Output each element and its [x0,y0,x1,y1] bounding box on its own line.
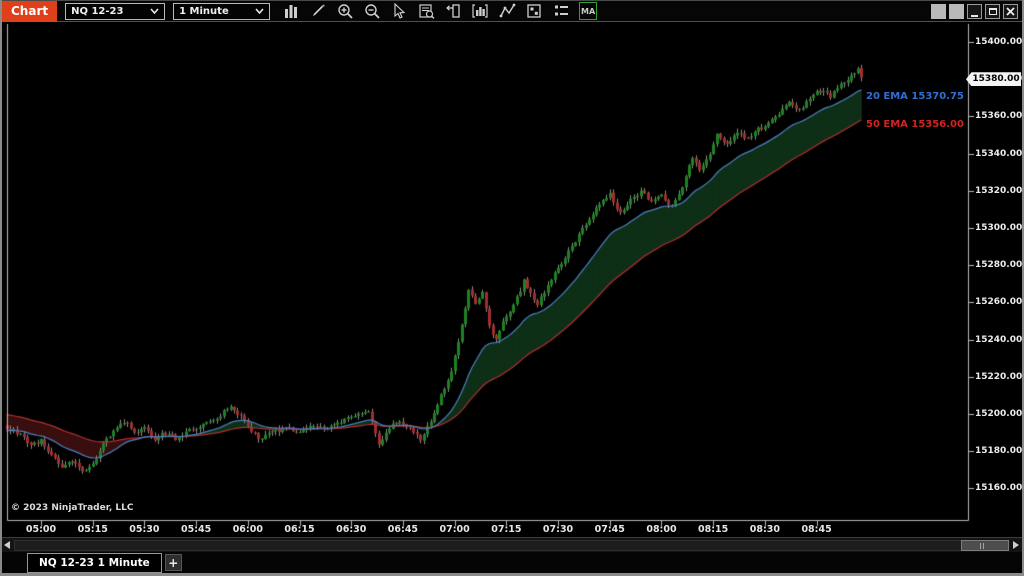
chevron-down-icon [255,8,264,14]
chart-app-button[interactable]: Chart [2,1,57,22]
chart-style-icon[interactable] [282,2,300,20]
drawing-tools-icon[interactable] [309,2,327,20]
tab-bar: NQ 12-23 1 Minute + [2,552,1022,573]
time-tick-label: 06:00 [228,524,268,535]
time-tick-label: 06:15 [280,524,320,535]
line-tools-icon[interactable] [498,2,516,20]
price-tick-label: 15400.00 [975,37,1021,47]
price-tick-label: 15300.00 [975,223,1021,233]
indicators-icon[interactable] [471,2,489,20]
time-tick-label: 05:15 [73,524,113,535]
toolbar: MA [282,2,597,20]
ema50-indicator-label: 50 EMA 15356.00 [866,119,964,130]
zoom-out-icon[interactable] [363,2,381,20]
cursor-icon[interactable] [390,2,408,20]
maximize-button[interactable] [985,4,1000,19]
time-tick-label: 07:00 [435,524,475,535]
maximize-icon [989,8,997,15]
interval-link-button[interactable] [949,4,964,19]
time-tick-label: 07:30 [538,524,578,535]
price-tick-label: 15180.00 [975,446,1021,456]
price-tick-label: 15360.00 [975,111,1021,121]
close-icon [1006,7,1015,16]
interval-select-value: 1 Minute [179,6,249,17]
copyright-text: © 2023 NinjaTrader, LLC [11,503,133,513]
price-tick-label: 15320.00 [975,186,1021,196]
time-tick-label: 08:45 [797,524,837,535]
price-tick-label: 15160.00 [975,483,1021,493]
time-tick-label: 08:00 [641,524,681,535]
tab-nq-12-23-1-minute[interactable]: NQ 12-23 1 Minute [27,553,162,573]
chart-window: Chart NQ 12-23 1 Minute [0,0,1024,576]
horizontal-scrollbar [2,537,1022,552]
window-border-top [0,0,1024,1]
chart-trader-icon[interactable] [444,2,462,20]
time-tick-label: 07:15 [486,524,526,535]
list-icon[interactable] [552,2,570,20]
window-border-left [0,0,2,576]
price-tick-label: 15220.00 [975,372,1021,382]
time-tick-label: 06:45 [383,524,423,535]
price-tick-label: 15280.00 [975,260,1021,270]
properties-icon[interactable] [525,2,543,20]
data-series-icon[interactable] [417,2,435,20]
last-price-marker: 15380.00 [966,72,1021,86]
chart-panel: 15400.00 15380.00 15360.00 15340.00 15320.00… [0,22,1024,537]
time-tick-label: 07:45 [590,524,630,535]
minimize-button[interactable] [967,4,982,19]
price-tick-label: 15340.00 [975,149,1021,159]
instrument-link-button[interactable] [931,4,946,19]
price-tick-label: 15200.00 [975,409,1021,419]
add-tab-button[interactable]: + [165,554,182,571]
scrollbar-track[interactable] [14,540,1008,551]
title-bar: Chart NQ 12-23 1 Minute [2,1,1022,22]
time-tick-label: 08:15 [693,524,733,535]
time-tick-label: 05:00 [21,524,61,535]
price-tick-label: 15240.00 [975,335,1021,345]
interval-select[interactable]: 1 Minute [173,3,270,20]
time-tick-label: 05:30 [124,524,164,535]
instrument-select-value: NQ 12-23 [71,6,144,17]
time-tick-label: 06:30 [331,524,371,535]
scroll-left-arrow-icon[interactable] [4,541,10,549]
time-tick-label: 05:45 [176,524,216,535]
zoom-in-icon[interactable] [336,2,354,20]
minimize-icon [971,15,978,17]
ma-indicator-badge[interactable]: MA [579,2,597,20]
chevron-down-icon [150,8,159,14]
time-tick-label: 08:30 [745,524,785,535]
ema20-indicator-label: 20 EMA 15370.75 [866,91,964,102]
price-tick-label: 15260.00 [975,297,1021,307]
scroll-right-arrow-icon[interactable] [1013,541,1019,549]
instrument-select[interactable]: NQ 12-23 [65,3,165,20]
close-button[interactable] [1003,4,1018,19]
window-controls [931,4,1018,19]
scrollbar-thumb[interactable] [961,540,1009,551]
